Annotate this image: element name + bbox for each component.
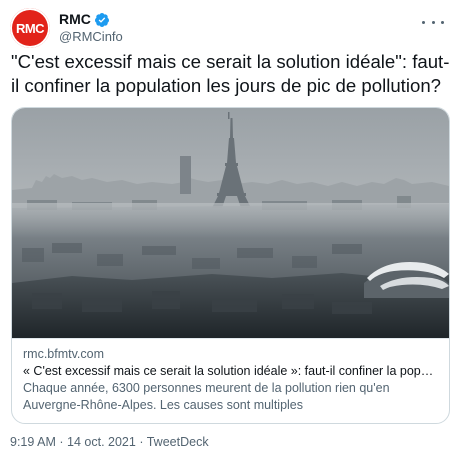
avatar-logo-text: RMC xyxy=(15,20,45,36)
author-names: RMC @RMCinfo xyxy=(59,11,123,45)
card-info: rmc.bfmtv.com « C'est excessif mais ce s… xyxy=(12,338,449,414)
tweet-meta: 9:19 AM · 14 oct. 2021 · TweetDeck xyxy=(10,434,209,450)
tweet-text: "C'est excessif mais ce serait la soluti… xyxy=(11,51,450,96)
eiffel-tower-smog-photo[interactable] xyxy=(12,108,449,338)
verified-badge-icon xyxy=(94,12,109,27)
tweet-time[interactable]: 9:19 AM xyxy=(10,435,56,449)
meta-separator: · xyxy=(59,435,64,449)
more-options-icon[interactable] xyxy=(422,16,444,28)
author-name-row: RMC xyxy=(59,11,123,28)
card-description: Chaque année, 6300 personnes meurent de … xyxy=(23,381,390,412)
tweet-header: RMC RMC @RMCinfo xyxy=(10,8,450,48)
author-handle[interactable]: @RMCinfo xyxy=(59,28,123,45)
tweet-date[interactable]: 14 oct. 2021 xyxy=(67,435,136,449)
avatar[interactable]: RMC xyxy=(10,8,50,48)
meta-separator: · xyxy=(139,435,144,449)
link-card[interactable]: rmc.bfmtv.com « C'est excessif mais ce s… xyxy=(11,107,450,424)
tweet-source[interactable]: TweetDeck xyxy=(147,435,209,449)
display-name[interactable]: RMC xyxy=(59,11,91,28)
card-title: « C'est excessif mais ce serait la solut… xyxy=(23,364,438,378)
card-domain: rmc.bfmtv.com xyxy=(23,347,105,361)
tweet: RMC RMC @RMCinfo "C'est excessif mais ce… xyxy=(0,0,460,458)
